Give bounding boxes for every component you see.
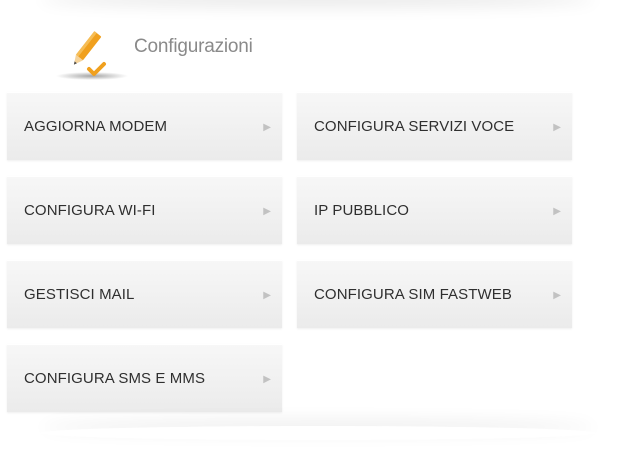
arrow-right-icon: ▶ (553, 290, 561, 301)
arrow-right-icon: ▶ (263, 206, 271, 217)
tile-label: CONFIGURA SERVIZI VOCE (314, 118, 515, 135)
arrow-right-icon: ▶ (553, 206, 561, 217)
configura-wifi-button[interactable]: CONFIGURA WI-FI ▶ (7, 176, 282, 244)
configura-servizi-voce-button[interactable]: CONFIGURA SERVIZI VOCE ▶ (297, 92, 572, 160)
tile-label: AGGIORNA MODEM (24, 118, 168, 135)
ip-pubblico-button[interactable]: IP PUBBLICO ▶ (297, 176, 572, 244)
tile-label: CONFIGURA WI-FI (24, 202, 156, 219)
arrow-right-icon: ▶ (553, 122, 561, 133)
tile-label: IP PUBBLICO (314, 202, 410, 219)
pencil-check-icon (56, 31, 128, 80)
aggiorna-modem-button[interactable]: AGGIORNA MODEM ▶ (7, 92, 282, 160)
tile-label: CONFIGURA SIM FASTWEB (314, 286, 512, 303)
tile-label: GESTISCI MAIL (24, 286, 135, 303)
arrow-right-icon: ▶ (263, 290, 271, 301)
configura-sim-fastweb-button[interactable]: CONFIGURA SIM FASTWEB ▶ (297, 260, 572, 328)
arrow-right-icon: ▶ (263, 122, 271, 133)
arrow-right-icon: ▶ (263, 374, 271, 385)
configura-sms-mms-button[interactable]: CONFIGURA SMS E MMS ▶ (7, 344, 282, 412)
bottom-shadow-divider (40, 426, 596, 440)
section-header: Configurazioni (56, 28, 356, 80)
page-title: Configurazioni (134, 36, 253, 57)
gestisci-mail-button[interactable]: GESTISCI MAIL ▶ (7, 260, 282, 328)
tile-label: CONFIGURA SMS E MMS (24, 370, 206, 387)
